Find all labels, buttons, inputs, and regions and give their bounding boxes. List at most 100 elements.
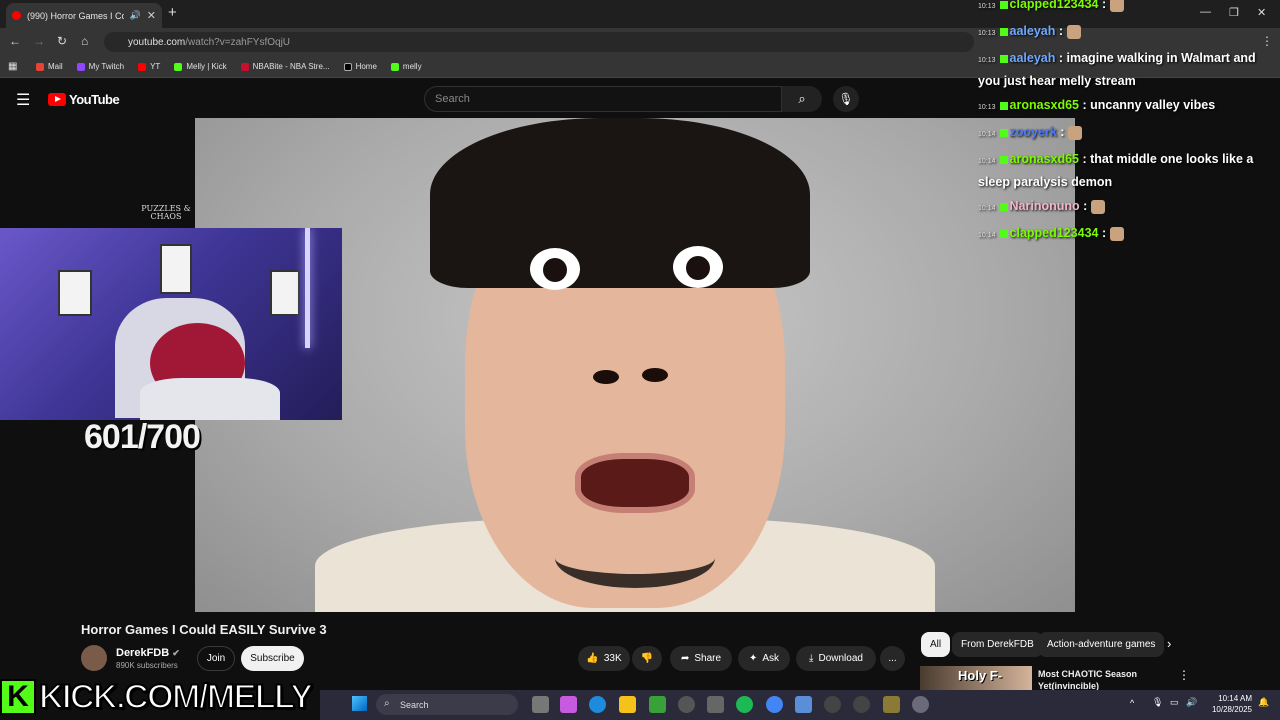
kick-url-text: KICK.COM/MELLY [38, 677, 314, 717]
chat-badge-icon [999, 101, 1008, 110]
chat-badge-icon [999, 54, 1008, 63]
chat-username[interactable]: aronasxd65 [1010, 152, 1079, 166]
chat-separator: : [1098, 0, 1110, 11]
chat-timestamp: 10:14 [978, 131, 996, 138]
reload-icon[interactable]: ↻ [57, 34, 67, 48]
taskbar-search-input[interactable]: ⌕ Search [376, 694, 518, 715]
video-title: Horror Games I Could EASILY Survive 3 [81, 622, 327, 637]
chip-from-derekfdb[interactable]: From DerekFDB [952, 632, 1043, 657]
edge-icon[interactable] [589, 696, 606, 713]
chevron-right-icon[interactable]: › [1167, 636, 1171, 651]
url-field[interactable]: youtube.com/watch?v=zahFYsfOqjU [104, 32, 974, 52]
close-tab-icon[interactable]: ✕ [147, 9, 156, 22]
app-icon[interactable] [853, 696, 870, 713]
share-button[interactable]: ➦ Share [670, 646, 732, 671]
spotify-icon[interactable] [736, 696, 753, 713]
dislike-button[interactable]: 👎 [632, 646, 662, 671]
minecraft-icon[interactable] [883, 696, 900, 713]
taskbar-clock[interactable]: 10:14 AM 10/28/2025 [1206, 693, 1252, 715]
steam-icon[interactable] [678, 696, 695, 713]
chat-emote-icon [1067, 125, 1082, 140]
puzzles-chaos-logo: PUZZLES & CHAOS [141, 204, 191, 221]
chat-badge-icon [999, 229, 1008, 238]
video-frame-beard [555, 528, 715, 588]
recommended-video-title[interactable]: Most CHAOTIC Season Yet(invincible) [1038, 668, 1168, 690]
chat-message: 10:13 aaleyah : [978, 21, 1278, 44]
chat-username[interactable]: aaleyah [1010, 51, 1056, 65]
chat-username[interactable]: aaleyah [1010, 24, 1056, 38]
task-view-icon[interactable] [532, 696, 549, 713]
streamer-webcam [0, 228, 342, 420]
chat-username[interactable]: zooyerk [1010, 125, 1057, 139]
back-icon[interactable]: ← [9, 34, 21, 48]
verified-icon: ✔ [172, 648, 180, 658]
chat-username[interactable]: clapped123434 [1010, 0, 1099, 11]
recommendation-more-icon[interactable]: ⋮ [1178, 668, 1190, 682]
search-input[interactable]: Search [424, 86, 782, 112]
file-explorer-icon[interactable] [619, 696, 636, 713]
chat-emote-icon [1109, 226, 1124, 241]
chat-message: 10:14 clapped123434 : [978, 223, 1278, 246]
search-icon: ⌕ [798, 91, 806, 106]
chat-message: 10:13 aaleyah : imagine walking in Walmar… [978, 48, 1278, 91]
apps-grid-icon[interactable]: ▦ [8, 61, 17, 72]
youtube-logo[interactable]: YouTube [48, 92, 120, 107]
new-tab-button[interactable]: + [168, 4, 177, 21]
bookmark-melly[interactable]: melly [390, 62, 422, 71]
store-icon[interactable] [707, 696, 724, 713]
chat-badge-icon [999, 0, 1008, 9]
notification-bell-icon[interactable]: 🔔 [1258, 697, 1269, 708]
bookmark-my-twitch[interactable]: My Twitch [76, 62, 124, 71]
hamburger-menu-icon[interactable]: ☰ [16, 90, 30, 110]
video-frame-hair [430, 118, 810, 288]
copilot-icon[interactable] [560, 696, 577, 713]
channel-name[interactable]: DerekFDB ✔ [116, 647, 180, 659]
channel-avatar[interactable] [81, 645, 107, 671]
microphone-tray-icon[interactable]: 🎙 [1152, 697, 1163, 708]
chat-timestamp: 10:13 [978, 104, 996, 111]
chat-username[interactable]: aronasxd65 [1010, 98, 1079, 112]
chat-separator: : [1056, 125, 1068, 139]
chat-username[interactable]: Narinonuno [1010, 199, 1080, 213]
photos-icon[interactable] [795, 696, 812, 713]
recommended-video-thumbnail[interactable]: Holy F- [920, 666, 1032, 690]
like-button[interactable]: 👍 33K [578, 646, 630, 671]
join-button[interactable]: Join [197, 646, 235, 671]
chrome-icon[interactable] [766, 696, 783, 713]
ask-button[interactable]: ✦ Ask [738, 646, 790, 671]
chat-badge-icon [999, 128, 1008, 137]
bookmark-mail[interactable]: Mail [36, 62, 63, 71]
tray-chevron-icon[interactable]: ^ [1130, 698, 1134, 708]
browser-tab[interactable]: (990) Horror Games I Could EASILY Surviv… [6, 3, 162, 28]
network-icon[interactable]: ▭ [1170, 697, 1179, 708]
chat-separator: : [1055, 51, 1067, 65]
chat-badge-icon [999, 202, 1008, 211]
more-actions-button[interactable]: ... [880, 646, 905, 671]
volume-icon[interactable]: 🔊 [1186, 697, 1197, 708]
chat-badge-icon [999, 27, 1008, 36]
home-icon[interactable]: ⌂ [81, 34, 88, 48]
search-button[interactable]: ⌕ [782, 86, 822, 112]
chip-action-adventure[interactable]: Action-adventure games [1038, 632, 1165, 657]
chat-emote-icon [1109, 0, 1124, 12]
forward-icon[interactable]: → [33, 34, 45, 48]
streamer-body [140, 378, 280, 420]
chat-timestamp: 10:13 [978, 30, 996, 37]
video-frame-eye-left [530, 248, 580, 290]
chat-separator: : [1079, 98, 1091, 112]
led-strip [305, 228, 310, 348]
chat-message: 10:14 aronasxd65 : that middle one looks … [978, 149, 1278, 192]
chat-username[interactable]: clapped123434 [1010, 226, 1099, 240]
settings-gear-icon[interactable] [912, 696, 929, 713]
windows-start-icon[interactable] [352, 696, 367, 711]
chip-all[interactable]: All [921, 632, 951, 657]
bookmark-yt[interactable]: YT [138, 62, 160, 71]
bookmark-x-home[interactable]: Home [343, 62, 377, 71]
media-player-icon[interactable] [824, 696, 841, 713]
subscribe-button[interactable]: Subscribe [241, 646, 304, 671]
download-button[interactable]: ⤓ Download [796, 646, 876, 671]
xbox-icon[interactable] [649, 696, 666, 713]
voice-search-button[interactable]: 🎙 [833, 86, 859, 112]
bookmark-nbabite[interactable]: NBABite - NBA Stre... [240, 62, 330, 71]
bookmark-melly-kick[interactable]: Melly | Kick [174, 62, 227, 71]
